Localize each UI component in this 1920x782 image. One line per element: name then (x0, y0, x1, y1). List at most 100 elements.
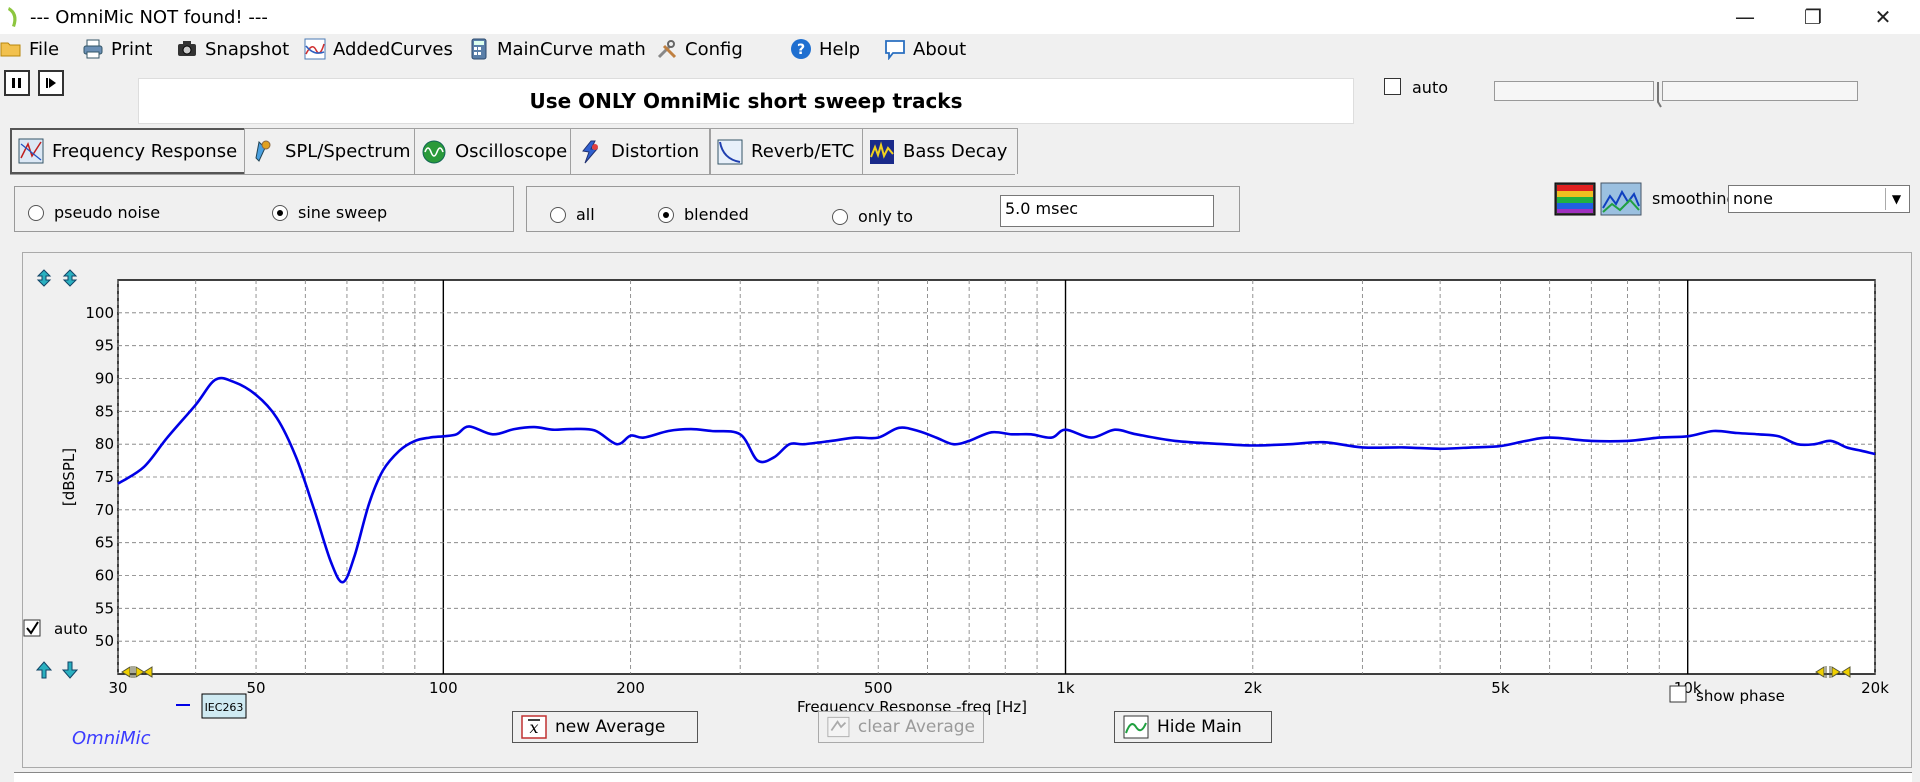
help-icon: ? (791, 39, 811, 59)
menu-maincurve-math-label: MainCurve math (497, 38, 646, 60)
play-button[interactable] (38, 70, 64, 96)
radio-pseudo-noise-circle[interactable] (28, 204, 44, 221)
x-tick-label: 50 (246, 679, 265, 697)
chevron-down-icon[interactable]: ▼ (1885, 188, 1907, 210)
radio-only-to-circle[interactable] (832, 208, 848, 225)
frequency-response-chart[interactable]: 50 55 60 65 70 75 80 85 90 95 100 30 50 100 200 500 1k 2… (22, 252, 1912, 768)
y-tick-label: 65 (95, 534, 114, 552)
menu-file[interactable]: File (0, 34, 59, 64)
y-auto-label: auto (54, 620, 88, 638)
y-tick-label: 85 (95, 402, 114, 420)
x-tick-label: 200 (616, 679, 645, 697)
average-icon: x (521, 715, 547, 739)
tab-bass-decay-label: Bass Decay (903, 141, 1008, 162)
menu-help[interactable]: ? Help (790, 34, 860, 64)
color-palette-icon[interactable] (1554, 182, 1596, 216)
close-button[interactable]: ✕ (1850, 0, 1916, 34)
y-tick-labels: 50 55 60 65 70 75 80 85 90 95 100 (85, 304, 114, 650)
radio-all-circle[interactable] (550, 206, 566, 223)
speech-bubble-icon (885, 40, 905, 60)
new-average-label: new Average (555, 717, 666, 737)
y-tick-label: 75 (95, 468, 114, 486)
y-tick-label: 80 (95, 435, 114, 453)
menu-snapshot-label: Snapshot (205, 38, 290, 60)
waterfall-icon[interactable] (1600, 182, 1642, 216)
calculator-icon (471, 38, 487, 60)
oscilloscope-icon (422, 140, 446, 163)
tab-frequency-response-label: Frequency Response (52, 140, 238, 162)
radio-sine-sweep-circle[interactable] (272, 204, 288, 221)
y-zoom-in-icon[interactable] (36, 269, 52, 287)
menu-about-label: About (913, 38, 967, 60)
x-tick-label: 100 (429, 679, 458, 697)
top-auto-checkbox[interactable] (1384, 78, 1401, 95)
pause-button[interactable] (4, 70, 30, 96)
radio-sine-sweep[interactable]: sine sweep (272, 203, 387, 222)
menu-file-label: File (29, 38, 60, 60)
x-tick-label: 30 (108, 679, 127, 697)
smoothing-value: none (1733, 189, 1773, 208)
tab-reverb-etc[interactable]: Reverb/ETC (710, 128, 866, 174)
radio-pseudo-noise[interactable]: pseudo noise (28, 203, 160, 222)
hide-main-button[interactable]: Hide Main (1114, 711, 1272, 743)
y-zoom-out-icon[interactable] (62, 269, 78, 287)
tab-distortion[interactable]: Distortion (570, 128, 711, 174)
slider-thumb-icon[interactable] (1656, 82, 1666, 108)
restore-button[interactable]: ❐ (1780, 0, 1846, 34)
tab-spl-spectrum[interactable]: SPL/Spectrum (244, 128, 422, 174)
menu-addedcurves-label: AddedCurves (333, 38, 453, 60)
tab-frequency-response[interactable]: Frequency Response (10, 128, 250, 174)
reverb-icon (717, 139, 743, 164)
x-tick-label: 500 (864, 679, 893, 697)
x-tick-label: 5k (1491, 679, 1510, 697)
svg-text:?: ? (797, 42, 805, 58)
curves-icon (304, 38, 326, 60)
y-tick-label: 95 (95, 337, 114, 355)
folder-icon (0, 42, 21, 57)
gate-time-input[interactable]: 5.0 msec (1000, 195, 1214, 227)
tab-oscilloscope[interactable]: Oscilloscope (414, 128, 579, 174)
clear-average-button[interactable]: clear Average (818, 711, 984, 743)
y-scroll-down-icon[interactable] (61, 661, 79, 679)
radio-blended-circle[interactable] (658, 206, 674, 223)
level-slider-left[interactable] (1494, 81, 1654, 101)
menu-maincurve-math[interactable]: MainCurve math (468, 34, 646, 64)
y-axis-label: [dBSPL] (60, 448, 78, 506)
bottom-panel-edge (14, 772, 1912, 782)
radio-pseudo-noise-label: pseudo noise (54, 203, 161, 222)
y-scroll-up-icon[interactable] (35, 661, 53, 679)
hide-main-label: Hide Main (1157, 717, 1242, 737)
tab-strip-divider (10, 174, 1015, 175)
menu-snapshot[interactable]: Snapshot (176, 34, 289, 64)
y-tick-label: 70 (95, 501, 114, 519)
radio-only-to[interactable]: only to (832, 207, 913, 226)
menu-config[interactable]: Config (656, 34, 743, 64)
menu-config-label: Config (685, 38, 743, 60)
x-tick-label: 20k (1861, 679, 1889, 697)
new-average-button[interactable]: x new Average (512, 711, 698, 743)
tab-oscilloscope-label: Oscilloscope (455, 141, 568, 162)
omnimic-app-icon (8, 7, 17, 27)
menu-about[interactable]: About (884, 34, 966, 64)
smoothing-label: smoothing (1652, 189, 1737, 208)
smoothing-select[interactable]: none ▼ (1728, 185, 1910, 213)
radio-blended-label: blended (684, 205, 749, 224)
pause-icon (12, 78, 21, 88)
radio-sine-sweep-label: sine sweep (298, 203, 388, 222)
menu-addedcurves[interactable]: AddedCurves (304, 34, 453, 64)
show-phase-checkbox[interactable] (1669, 685, 1687, 703)
y-tick-label: 55 (95, 599, 114, 617)
radio-all[interactable]: all (550, 205, 595, 224)
x-tick-labels: 30 50 100 200 500 1k 2k 5k 10k 20k (108, 679, 1889, 697)
minimize-button[interactable]: — (1712, 0, 1778, 34)
tab-bass-decay[interactable]: Bass Decay (862, 128, 1019, 174)
radio-blended[interactable]: blended (658, 205, 749, 224)
y-tick-label: 50 (95, 632, 114, 650)
main-curve-icon (1123, 715, 1149, 739)
menu-print[interactable]: Print (82, 34, 152, 64)
legend-tag-label: IEC263 (205, 701, 244, 714)
distortion-icon (582, 140, 599, 163)
radio-only-to-label: only to (858, 207, 913, 226)
menu-print-label: Print (111, 38, 153, 60)
level-slider-right[interactable] (1662, 81, 1858, 101)
